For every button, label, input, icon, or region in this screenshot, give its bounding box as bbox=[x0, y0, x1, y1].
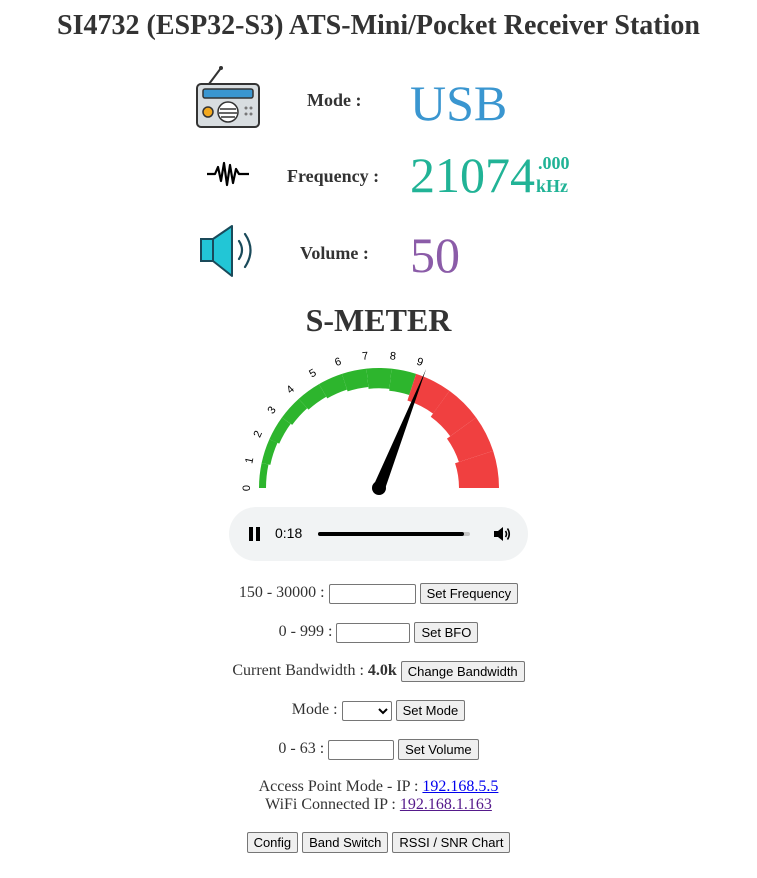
audio-player: 0:18 bbox=[229, 507, 528, 561]
bottom-button-bar: Config Band Switch RSSI / SNR Chart bbox=[0, 832, 757, 853]
volume-label: Volume : bbox=[300, 243, 369, 263]
mode-select-label: Mode : bbox=[291, 701, 338, 719]
frequency-input[interactable] bbox=[328, 583, 416, 604]
frequency-form: 150 - 30000 : Set Frequency bbox=[0, 583, 757, 604]
change-bandwidth-button[interactable]: Change Bandwidth bbox=[400, 661, 525, 682]
waveform-icon bbox=[205, 157, 251, 191]
ap-ip-label: Access Point Mode - IP : bbox=[258, 778, 419, 795]
smeter-tick-label: 0 bbox=[241, 485, 253, 491]
frequency-range-label: 150 - 30000 : bbox=[238, 584, 325, 602]
ap-ip-link[interactable]: 192.168.5.5 bbox=[422, 778, 498, 795]
audio-progress-fill bbox=[318, 532, 464, 536]
volume-form: 0 - 63 : Set Volume bbox=[0, 739, 757, 760]
smeter-green-segment bbox=[261, 439, 278, 465]
frequency-decimal: .000 bbox=[538, 153, 570, 173]
frequency-unit: kHz bbox=[536, 176, 569, 196]
smeter-tick-label: 4 bbox=[284, 383, 297, 396]
bandwidth-form: Current Bandwidth : 4.0k Change Bandwidt… bbox=[0, 661, 757, 682]
radio-icon bbox=[195, 66, 261, 130]
bandwidth-value: 4.0k bbox=[367, 662, 397, 680]
mode-form: Mode : Set Mode bbox=[0, 700, 757, 721]
smeter-tick-label: 7 bbox=[362, 350, 369, 363]
smeter-tick-label: 8 bbox=[389, 350, 396, 363]
mode-value: USB bbox=[410, 75, 508, 131]
mode-label: Mode : bbox=[307, 90, 362, 110]
speaker-icon bbox=[199, 224, 259, 278]
volume-value: 50 bbox=[410, 227, 460, 283]
smeter-tick-label: 6 bbox=[333, 356, 343, 369]
smeter-tick-label: 1 bbox=[243, 456, 256, 464]
smeter-tick-label: 5 bbox=[307, 367, 318, 380]
page-title: SI4732 (ESP32-S3) ATS-Mini/Pocket Receiv… bbox=[57, 10, 700, 41]
smeter-tick-label: 2 bbox=[252, 429, 265, 439]
smeter-title: S-METER bbox=[305, 302, 452, 338]
smeter-tick-label: 3 bbox=[265, 404, 278, 416]
set-mode-button[interactable]: Set Mode bbox=[395, 700, 466, 721]
smeter-green-segment bbox=[259, 463, 269, 488]
bfo-range-label: 0 - 999 : bbox=[278, 623, 333, 641]
rssi-snr-chart-button[interactable]: RSSI / SNR Chart bbox=[392, 832, 511, 853]
bfo-form: 0 - 999 : Set BFO bbox=[0, 622, 757, 643]
volume-icon[interactable] bbox=[492, 524, 512, 544]
config-button[interactable]: Config bbox=[246, 832, 299, 853]
audio-progress[interactable] bbox=[318, 532, 470, 536]
frequency-label: Frequency : bbox=[287, 166, 380, 186]
wifi-ip-label: WiFi Connected IP : bbox=[265, 796, 396, 813]
mode-select[interactable] bbox=[341, 700, 392, 721]
audio-time: 0:18 bbox=[275, 525, 303, 541]
frequency-display: 21074 .000 kHz bbox=[410, 147, 570, 203]
volume-range-label: 0 - 63 : bbox=[278, 740, 325, 758]
set-bfo-button[interactable]: Set BFO bbox=[414, 622, 479, 643]
band-switch-button[interactable]: Band Switch bbox=[302, 832, 389, 853]
volume-input[interactable] bbox=[328, 739, 395, 760]
bandwidth-label: Current Bandwidth : bbox=[232, 662, 364, 680]
smeter-green-segment bbox=[366, 368, 392, 389]
bfo-input[interactable] bbox=[336, 622, 411, 643]
smeter-tick-label: 9 bbox=[415, 356, 425, 369]
pause-icon[interactable] bbox=[248, 527, 262, 541]
set-frequency-button[interactable]: Set Frequency bbox=[419, 583, 519, 604]
wifi-ip-link[interactable]: 192.168.1.163 bbox=[400, 796, 492, 813]
smeter-gauge: 0 1 2 345 6 7 8 9 bbox=[241, 350, 499, 495]
wifi-ip-line: WiFi Connected IP : 192.168.1.163 bbox=[0, 796, 757, 814]
smeter-needle-hub bbox=[372, 481, 386, 495]
ap-ip-line: Access Point Mode - IP : 192.168.5.5 bbox=[0, 778, 757, 796]
frequency-value: 21074 bbox=[410, 147, 535, 203]
set-volume-button[interactable]: Set Volume bbox=[398, 739, 479, 760]
